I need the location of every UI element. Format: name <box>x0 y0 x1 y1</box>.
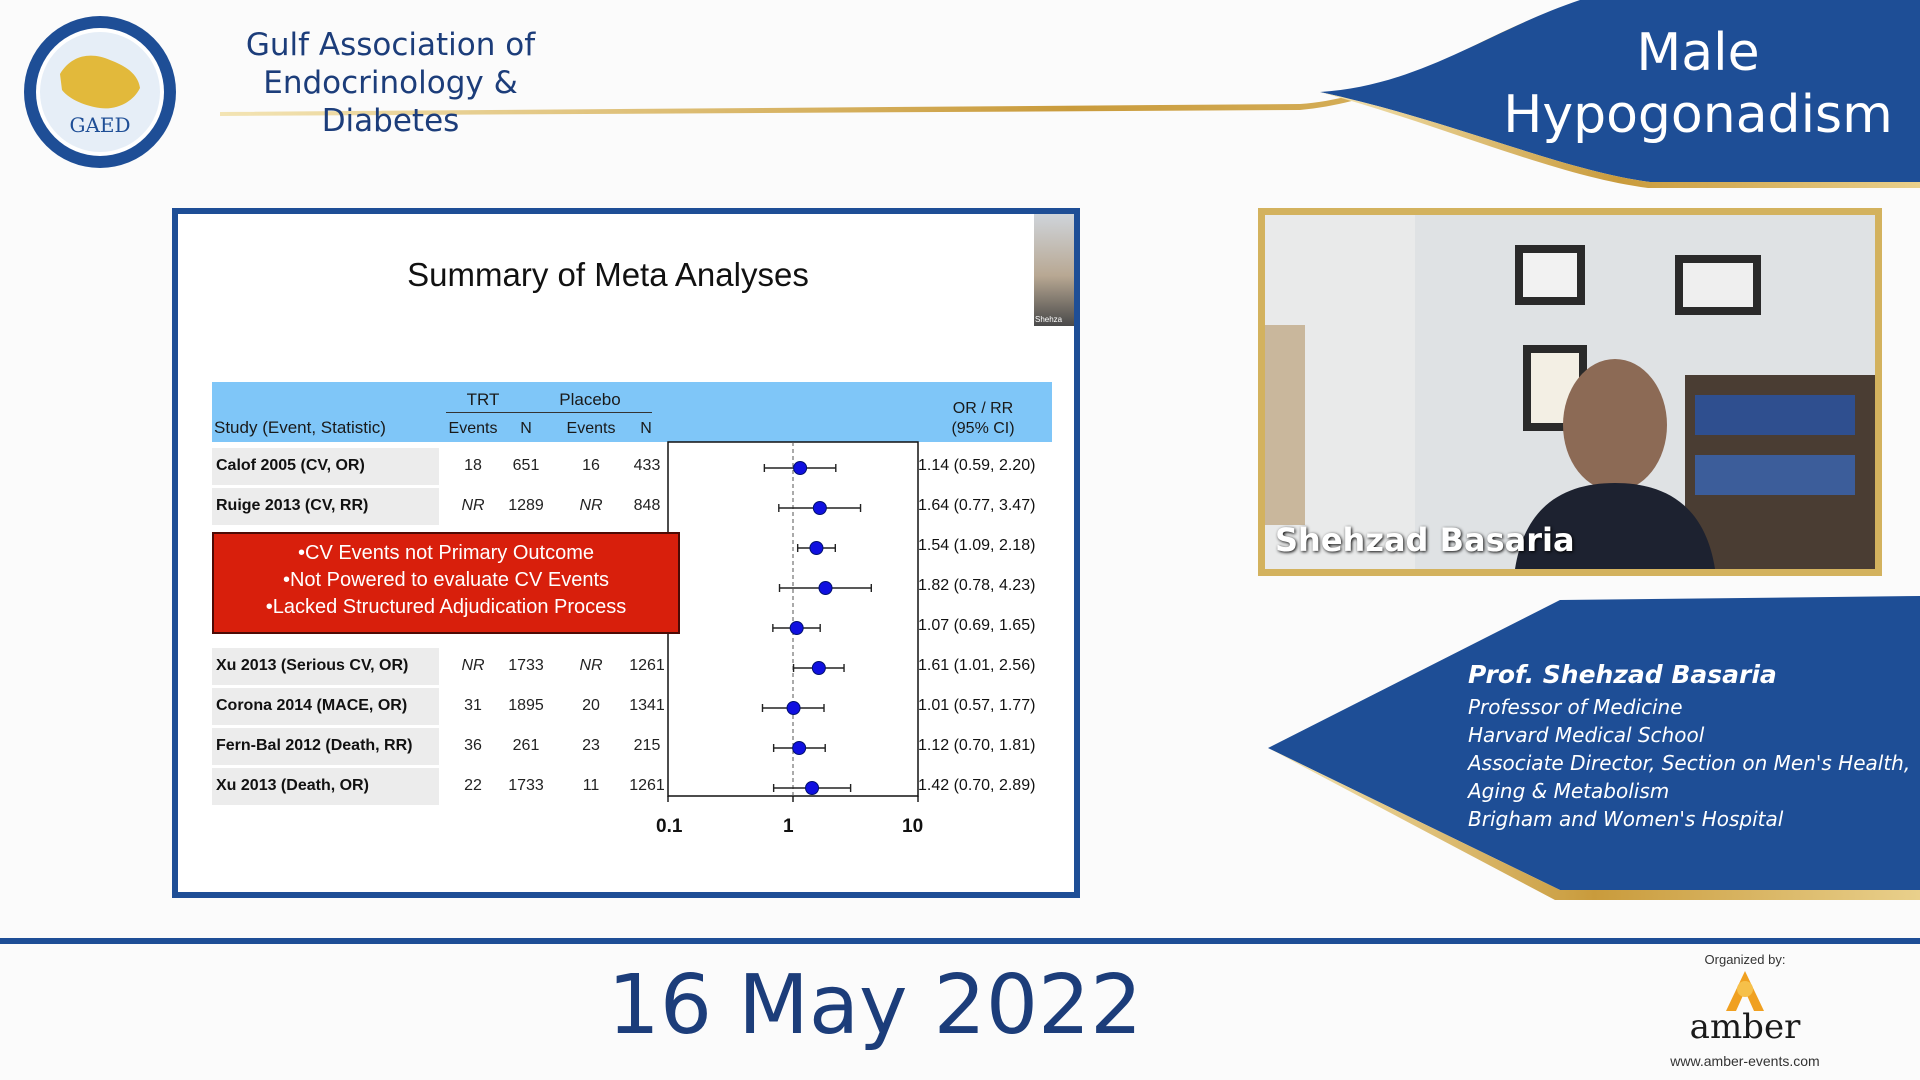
point-estimate <box>786 701 801 715</box>
event-title-line1: Male <box>1636 23 1760 83</box>
point-estimate <box>805 781 820 795</box>
logo-text: GAED <box>69 113 130 137</box>
point-estimate <box>811 661 826 675</box>
axis-label-10: 10 <box>902 816 924 837</box>
event-title-line2: Hypogonadism <box>1503 85 1893 145</box>
bio-line-4: Aging & Metabolism <box>1468 779 1670 803</box>
point-estimate <box>812 501 827 515</box>
organized-by-label: Organized by: <box>1704 952 1786 967</box>
presentation-slide: Shehza Summary of Meta Analyses TRT Plac… <box>172 208 1080 898</box>
point-estimate <box>793 461 808 475</box>
axis-label-0-1: 0.1 <box>656 816 683 837</box>
bio-line-3: Associate Director, Section on Men's Hea… <box>1468 751 1911 775</box>
gaed-logo: GAED <box>24 16 176 168</box>
callout-line-3: •Lacked Structured Adjudication Process <box>265 596 627 618</box>
footer-divider <box>0 938 1920 944</box>
org-name-line2: Endocrinology & Diabetes <box>263 65 518 139</box>
video-scene <box>1265 215 1875 569</box>
organizer-url[interactable]: www.amber-events.com <box>1650 1053 1840 1069</box>
axis-label-1: 1 <box>783 816 794 837</box>
point-estimate <box>789 621 804 635</box>
bio-line-2: Harvard Medical School <box>1468 723 1705 747</box>
organizer-name: amber <box>1689 1007 1801 1047</box>
bio-name: Prof. Shehzad Basaria <box>1468 660 1777 689</box>
callout-line-1: •CV Events not Primary Outcome <box>298 542 594 564</box>
organization-name: Gulf Association of Endocrinology & Diab… <box>208 26 573 140</box>
callout-line-2: •Not Powered to evaluate CV Events <box>282 569 610 591</box>
bio-line-1: Professor of Medicine <box>1468 695 1683 719</box>
speaker-video[interactable]: Shehzad Basaria <box>1258 208 1882 576</box>
speaker-bio: Prof. Shehzad Basaria Professor of Medic… <box>1468 660 1918 833</box>
event-title: Male Hypogonadism <box>1498 22 1898 146</box>
event-date: 16 May 2022 <box>607 958 1143 1053</box>
point-estimate <box>792 741 807 755</box>
speaker-name-overlay: Shehzad Basaria <box>1275 521 1575 559</box>
limitations-callout: •CV Events not Primary Outcome •Not Powe… <box>212 532 680 634</box>
point-estimate <box>818 581 833 595</box>
point-estimate <box>809 541 824 555</box>
org-name-line1: Gulf Association of <box>245 27 536 63</box>
bio-line-5: Brigham and Women's Hospital <box>1468 807 1784 831</box>
organizer-block: Organized by: amber www.amber-events.com <box>1650 952 1840 1069</box>
